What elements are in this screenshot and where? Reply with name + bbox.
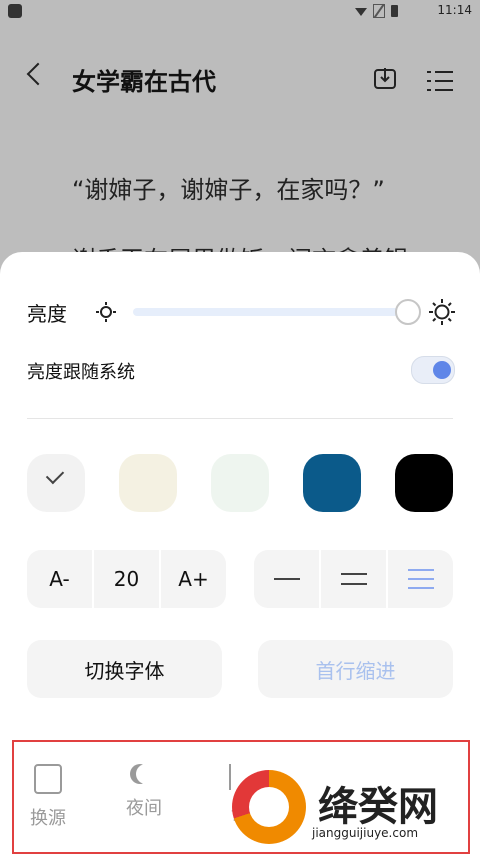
reader-header: 女学霸在古代 — [0, 22, 480, 130]
check-icon — [45, 465, 65, 485]
nav-item-source[interactable]: 换源 — [18, 764, 78, 830]
status-bar: 11:14 — [0, 0, 480, 22]
status-time: 11:14 — [437, 3, 472, 17]
theme-swatch-blue[interactable] — [303, 454, 361, 512]
theme-swatch-gray[interactable] — [27, 454, 85, 512]
switch-font-button[interactable]: 切换字体 — [27, 640, 222, 698]
watermark-text: 绛癸网 — [318, 784, 438, 830]
font-increase-button[interactable]: A+ — [161, 550, 226, 608]
theme-swatch-green[interactable] — [211, 454, 269, 512]
source-icon — [34, 764, 62, 794]
nav-label: 换源 — [30, 808, 66, 829]
font-decrease-button[interactable]: A- — [27, 550, 94, 608]
brightness-label: 亮度 — [27, 302, 67, 326]
watermark-url: jiangguijiuye.com — [312, 826, 419, 840]
sun-small-icon — [96, 302, 116, 322]
line-spacing-double[interactable] — [321, 550, 388, 608]
theme-swatch-black[interactable] — [395, 454, 453, 512]
theme-swatch-beige[interactable] — [119, 454, 177, 512]
text-line: “谢婶子，谢婶子，在家吗？” — [72, 176, 385, 204]
follow-system-label: 亮度跟随系统 — [27, 362, 135, 383]
first-line-indent-button[interactable]: 首行缩进 — [258, 640, 453, 698]
watermark-logo-icon — [232, 770, 306, 844]
sun-large-icon — [429, 299, 455, 325]
toggle-knob — [433, 361, 451, 379]
battery-icon — [391, 5, 398, 17]
notification-icon — [8, 4, 22, 18]
brightness-slider-thumb[interactable] — [395, 299, 421, 325]
spacing-single-icon — [273, 569, 300, 589]
line-spacing-triple[interactable] — [388, 550, 453, 608]
divider — [27, 418, 453, 419]
nav-label: 夜间 — [126, 798, 162, 819]
watermark: 绛癸网 jiangguijiuye.com — [232, 752, 480, 852]
line-spacing-control — [254, 550, 453, 608]
spacing-triple-icon — [407, 569, 434, 589]
spacing-double-icon — [340, 569, 367, 589]
follow-system-toggle[interactable] — [411, 356, 455, 384]
moon-icon — [136, 764, 156, 784]
line-spacing-single[interactable] — [254, 550, 321, 608]
brightness-slider[interactable] — [133, 308, 413, 316]
book-title: 女学霸在古代 — [72, 68, 216, 96]
nav-item-night[interactable]: 夜间 — [114, 764, 174, 820]
download-icon[interactable] — [373, 66, 397, 90]
font-size-value: 20 — [94, 550, 161, 608]
menu-icon[interactable] — [427, 70, 453, 92]
settings-panel: 亮度 亮度跟随系统 A- 20 A+ 切换字体 首行缩进 换源 夜间 绛癸网 j… — [0, 252, 480, 854]
back-icon[interactable] — [26, 62, 50, 86]
wifi-icon — [355, 8, 367, 16]
font-size-control: A- 20 A+ — [27, 550, 226, 608]
no-sim-icon — [373, 4, 385, 18]
